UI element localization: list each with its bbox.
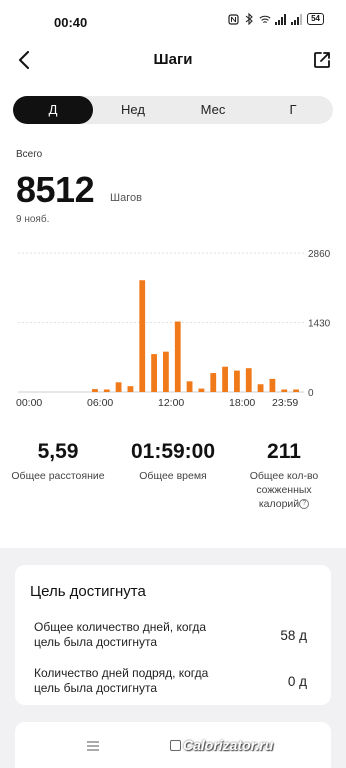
system-nav-bar: Calorizator.ru bbox=[0, 728, 346, 768]
x-tick-label: 06:00 bbox=[87, 397, 113, 409]
share-button[interactable] bbox=[308, 46, 336, 74]
bar-hour-9[interactable] bbox=[127, 386, 134, 392]
y-tick-label: 0 bbox=[308, 388, 314, 399]
page-title: Шаги bbox=[153, 51, 193, 68]
x-tick-label: 12:00 bbox=[158, 397, 184, 409]
goal-row-streak-label: Количество дней подряд, когда цель была … bbox=[34, 666, 244, 696]
stat-calories: 211 Общее кол-во сожженных калорий? bbox=[236, 440, 332, 511]
period-tabs: Д Нед Мес Г bbox=[13, 96, 333, 124]
y-tick-label: 2860 bbox=[308, 249, 331, 260]
steps-chart[interactable]: 2860 1430 0 00:00 06:00 12:00 18:00 23:59 bbox=[0, 240, 346, 415]
goal-row-total-days-label-1: Общее количество дней, когда bbox=[34, 620, 207, 634]
x-tick-label: 00:00 bbox=[16, 397, 42, 409]
bar-hour-13[interactable] bbox=[174, 321, 181, 392]
bar-hour-23[interactable] bbox=[293, 389, 299, 393]
distance-label: Общее расстояние bbox=[11, 470, 105, 482]
calories-label-line-1: Общее кол-во bbox=[249, 470, 319, 482]
share-icon bbox=[314, 52, 330, 68]
status-time: 00:40 bbox=[54, 15, 88, 30]
time-label: Общее время bbox=[139, 470, 207, 482]
calories-label-line-2: сожженных bbox=[256, 484, 312, 496]
watermark: Calorizator.ru bbox=[183, 737, 274, 753]
bar-hour-22[interactable] bbox=[281, 389, 288, 393]
goal-row-streak-value: 0 д bbox=[287, 674, 307, 689]
stat-distance: 5,59 Общее расстояние bbox=[6, 440, 110, 483]
tab-day[interactable]: Д bbox=[13, 96, 93, 124]
calories-value: 211 bbox=[267, 440, 301, 463]
date-label: 9 нояб. bbox=[16, 214, 50, 225]
tab-week[interactable]: Нед bbox=[93, 96, 173, 124]
nfc-icon bbox=[227, 13, 239, 25]
bar-hour-6[interactable] bbox=[92, 389, 98, 392]
bar-hour-7[interactable] bbox=[103, 389, 110, 393]
tab-month[interactable]: Мес bbox=[173, 96, 253, 124]
bar-hour-15[interactable] bbox=[198, 388, 205, 392]
info-icon[interactable]: ? bbox=[299, 499, 310, 510]
status-icons: 54 bbox=[227, 13, 324, 25]
bar-hour-14[interactable] bbox=[186, 381, 193, 392]
menu-icon[interactable] bbox=[86, 739, 100, 753]
bar-hour-19[interactable] bbox=[245, 368, 252, 392]
battery-indicator: 54 bbox=[307, 13, 324, 25]
home-icon[interactable] bbox=[170, 740, 181, 751]
bar-hour-20[interactable] bbox=[257, 384, 264, 392]
bar-hour-17[interactable] bbox=[222, 366, 228, 392]
distance-value: 5,59 bbox=[37, 440, 79, 463]
bar-hour-18[interactable] bbox=[234, 370, 240, 392]
tab-year[interactable]: Г bbox=[253, 96, 333, 124]
signal-icon-1 bbox=[275, 13, 287, 25]
goal-row-total-days: Общее количество дней, когда цель была д… bbox=[34, 620, 307, 652]
stats-row: 5,59 Общее расстояние 01:59:00 Общее вре… bbox=[0, 440, 346, 520]
total-label: Всего bbox=[16, 149, 43, 160]
goal-card: Цель достигнута Общее количество дней, к… bbox=[15, 565, 331, 705]
stat-time: 01:59:00 Общее время bbox=[118, 440, 228, 483]
goal-row-total-days-label-2: цель была достигнута bbox=[34, 635, 158, 649]
bluetooth-icon bbox=[243, 13, 255, 25]
goal-row-total-days-value: 58 д bbox=[280, 628, 307, 643]
goal-row-streak-label-1: Количество дней подряд, когда bbox=[34, 666, 209, 680]
wifi-icon bbox=[259, 13, 271, 25]
x-tick-label: 18:00 bbox=[229, 397, 255, 409]
bar-hour-12[interactable] bbox=[163, 351, 169, 392]
bar-hour-10[interactable] bbox=[139, 280, 146, 392]
goal-title: Цель достигнута bbox=[30, 583, 146, 600]
steps-value: 8512 bbox=[16, 169, 95, 210]
calories-label-text: калорий bbox=[258, 498, 300, 510]
goal-row-total-days-label: Общее количество дней, когда цель была д… bbox=[34, 620, 244, 650]
goal-row-streak: Количество дней подряд, когда цель была … bbox=[34, 666, 307, 698]
y-tick-label: 1430 bbox=[308, 319, 331, 330]
calories-label-line-3: калорий? bbox=[236, 497, 332, 511]
bar-hour-21[interactable] bbox=[269, 378, 276, 392]
goal-row-streak-label-2: цель была достигнута bbox=[34, 681, 158, 695]
x-tick-label: 23:59 bbox=[272, 397, 298, 409]
header: Шаги bbox=[0, 44, 346, 76]
bar-hour-16[interactable] bbox=[210, 373, 217, 392]
steps-unit: Шагов bbox=[110, 192, 142, 204]
signal-icon-2 bbox=[291, 13, 303, 25]
bar-hour-8[interactable] bbox=[115, 382, 122, 392]
time-value: 01:59:00 bbox=[130, 440, 216, 463]
status-bar: 00:40 54 bbox=[0, 0, 346, 44]
bar-hour-11[interactable] bbox=[151, 354, 157, 392]
calories-label: Общее кол-во сожженных калорий? bbox=[236, 469, 332, 511]
